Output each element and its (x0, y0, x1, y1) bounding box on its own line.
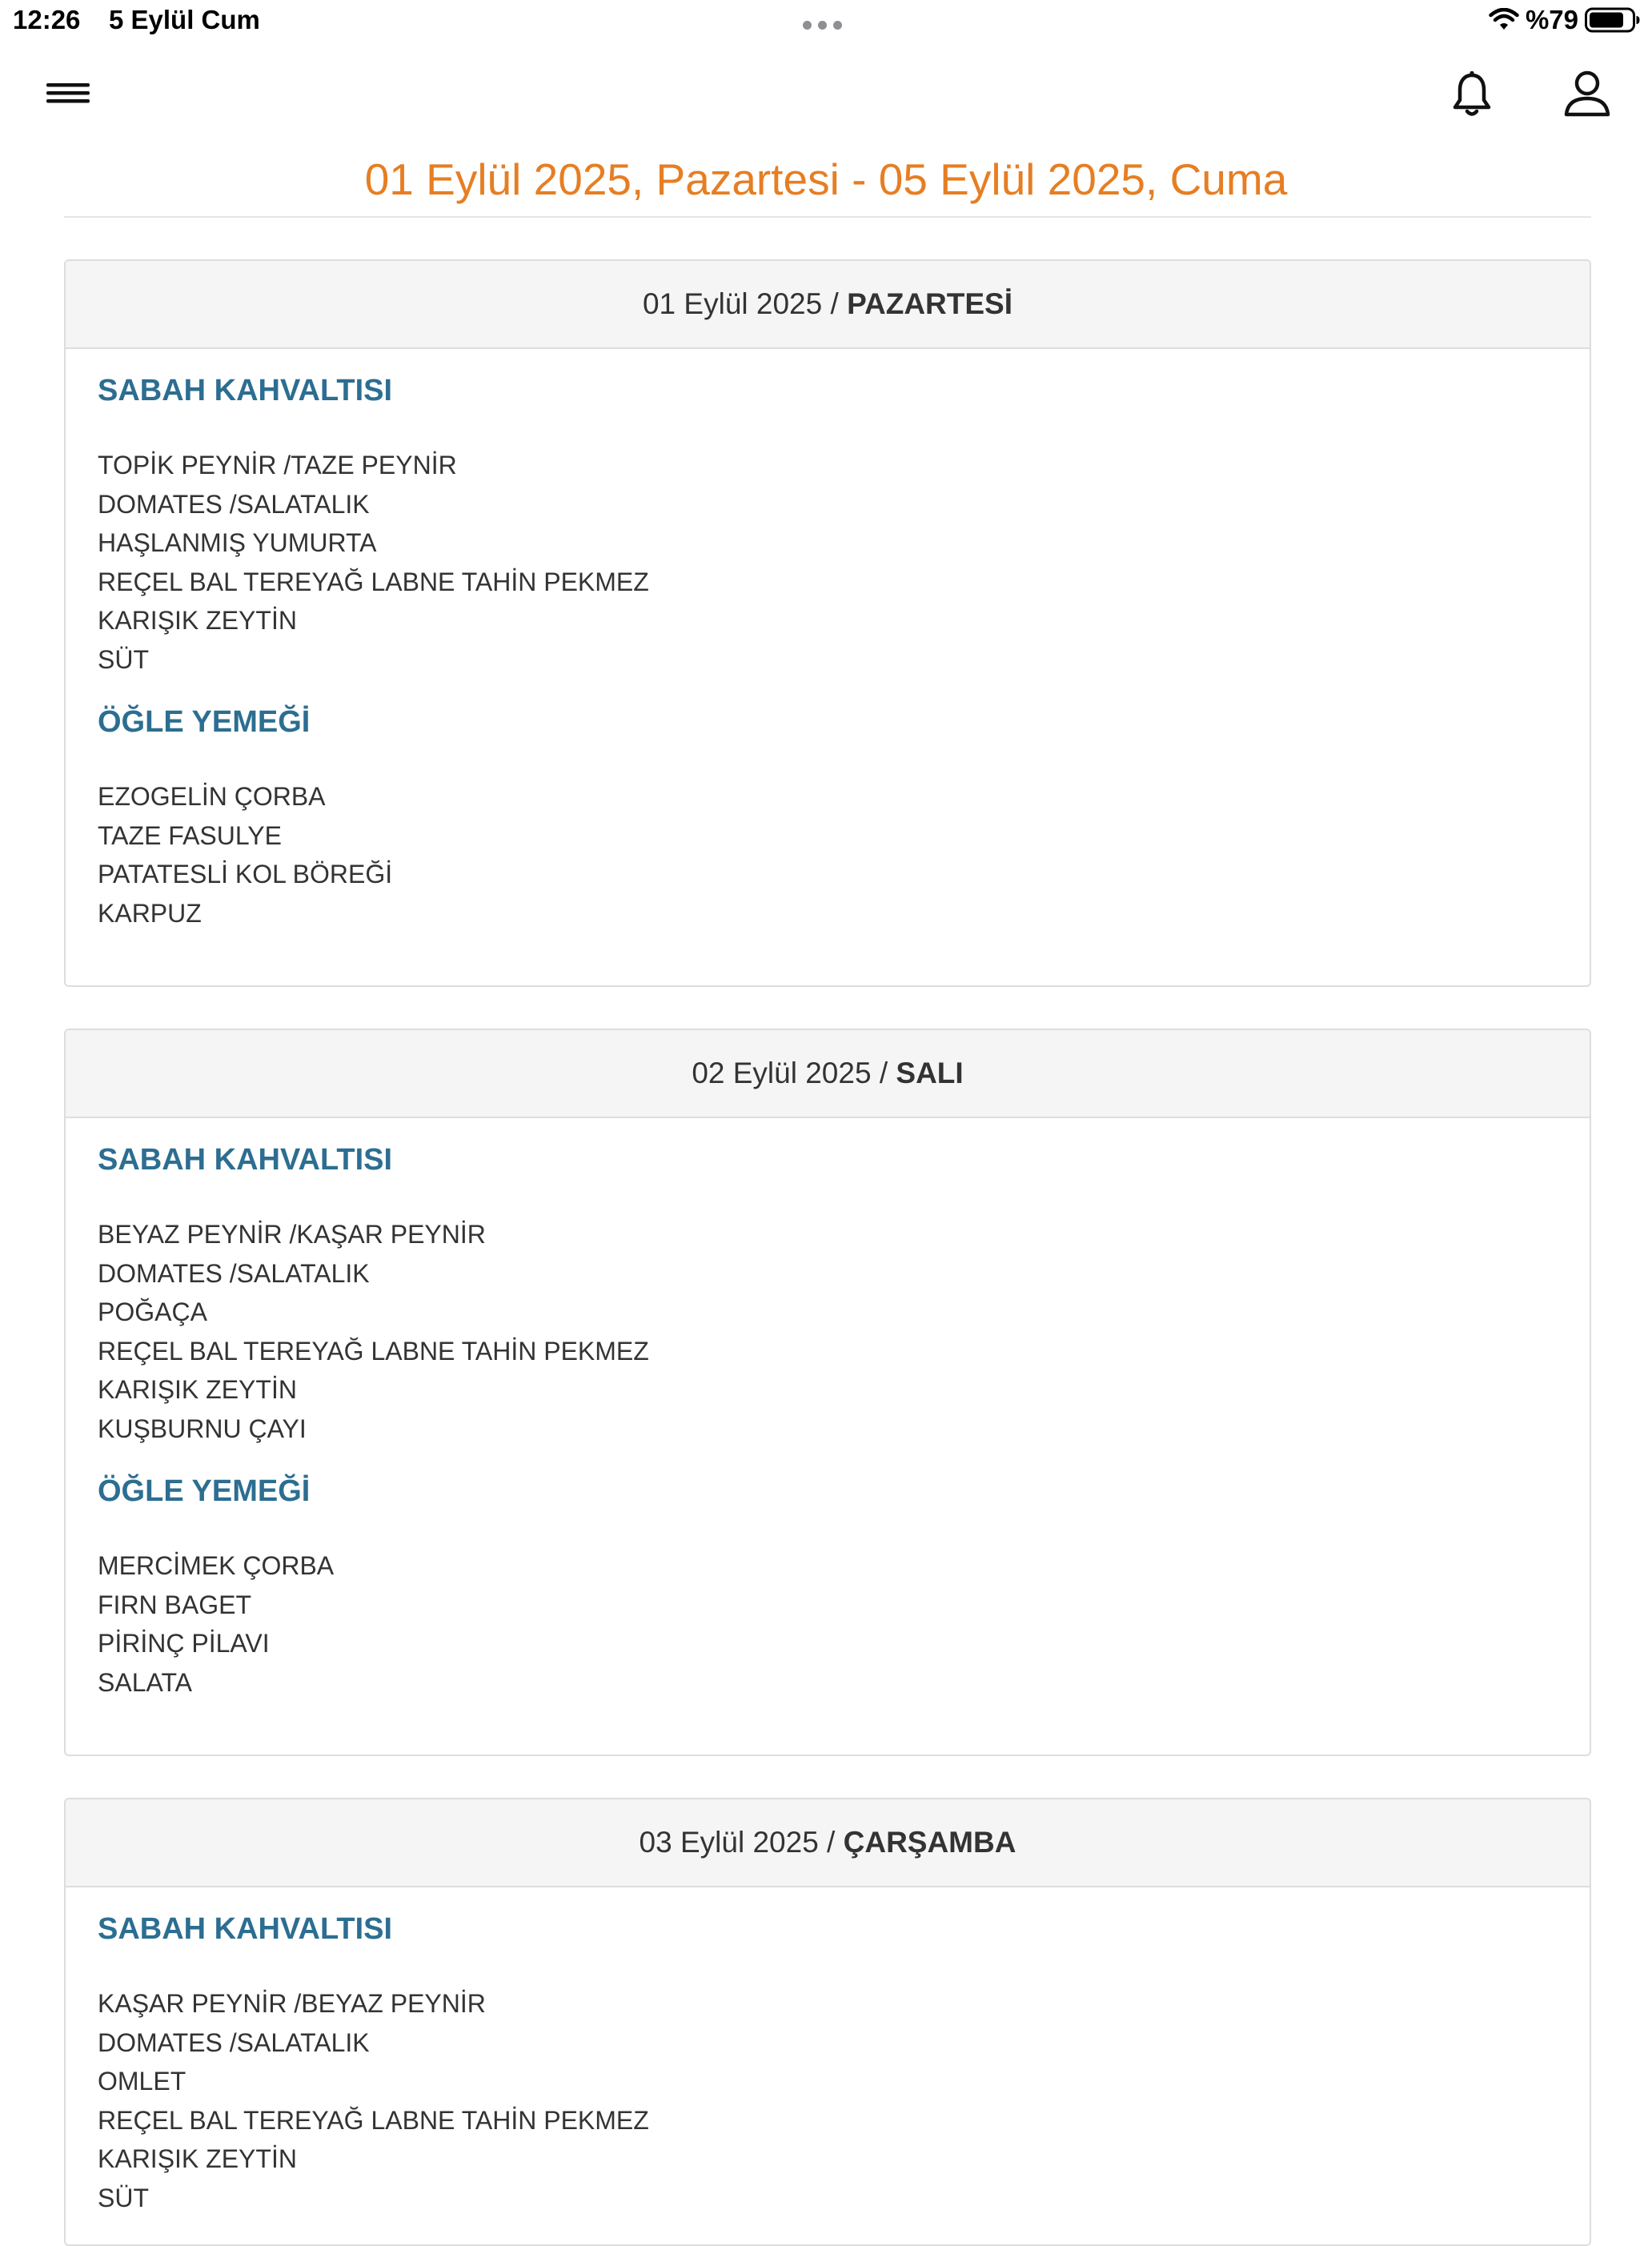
status-date: 5 Eylül Cum (109, 5, 260, 34)
status-indicators: %79 (1489, 5, 1641, 35)
menu-item: DOMATES /SALATALIK (98, 2027, 370, 2057)
user-icon[interactable] (1562, 69, 1612, 118)
day-panel: 02 Eylül 2025 / SALI SABAH KAHVALTISI BE… (64, 1029, 1591, 1756)
bell-icon[interactable] (1450, 70, 1494, 120)
menu-item: KARPUZ (98, 898, 202, 928)
menu-item: PATATESLİ KOL BÖREĞİ (98, 860, 393, 888)
menu-item: KUŞBURNU ÇAYI (98, 1414, 307, 1443)
menu-item: KARIŞIK ZEYTİN (98, 1375, 297, 1404)
menu-item: BEYAZ PEYNİR /KAŞAR PEYNİR (98, 1220, 486, 1249)
breakfast-menu-list: TOPİK PEYNİR /TAZE PEYNİR DOMATES /SALAT… (98, 446, 1558, 679)
day-panel-heading: 03 Eylül 2025 / ÇARŞAMBA (66, 1799, 1590, 1887)
menu-item: PİRİNÇ PİLAVI (98, 1629, 270, 1658)
day-panel-body: SABAH KAHVALTISI BEYAZ PEYNİR /KAŞAR PEY… (66, 1118, 1590, 1702)
day-date: 01 Eylül 2025 (642, 287, 823, 320)
meal-title-lunch: ÖĞLE YEMEĞİ (98, 1474, 311, 1508)
day-separator: / (822, 287, 848, 320)
page-title: 01 Eylül 2025, Pazartesi - 05 Eylül 2025… (0, 154, 1652, 205)
lunch-menu-list: EZOGELİN ÇORBA TAZE FASULYE PATATESLİ KO… (98, 777, 1558, 932)
menu-item: EZOGELİN ÇORBA (98, 782, 326, 811)
menu-item: DOMATES /SALATALIK (98, 489, 370, 519)
lunch-menu-list: MERCİMEK ÇORBA FIRN BAGET PİRİNÇ PİLAVI … (98, 1546, 1558, 1702)
day-name: PAZARTESİ (847, 287, 1012, 320)
battery-icon (1585, 7, 1640, 33)
wifi-icon (1489, 8, 1519, 30)
menu-item: REÇEL BAL TEREYAĞ LABNE TAHİN PEKMEZ (98, 567, 649, 596)
menu-item: REÇEL BAL TEREYAĞ LABNE TAHİN PEKMEZ (98, 1336, 649, 1366)
day-separator: / (818, 1826, 844, 1859)
menu-item: DOMATES /SALATALIK (98, 1258, 370, 1288)
breakfast-menu-list: BEYAZ PEYNİR /KAŞAR PEYNİR DOMATES /SALA… (98, 1215, 1558, 1448)
day-panel-body: SABAH KAHVALTISI KAŞAR PEYNİR /BEYAZ PEY… (66, 1887, 1590, 2217)
day-separator: / (871, 1057, 896, 1089)
menu-item: KARIŞIK ZEYTİN (98, 606, 297, 635)
menu-item: OMLET (98, 2067, 186, 2096)
menu-item: POĞAÇA (98, 1297, 207, 1326)
battery-percentage: %79 (1525, 5, 1578, 34)
day-date: 03 Eylül 2025 (639, 1826, 819, 1859)
menu-item: TOPİK PEYNİR /TAZE PEYNİR (98, 451, 457, 479)
title-divider (64, 216, 1591, 218)
title-end-date: 05 Eylül 2025, Cuma (878, 154, 1288, 204)
menu-item: KARIŞIK ZEYTİN (98, 2144, 297, 2173)
menu-item: REÇEL BAL TEREYAĞ LABNE TAHİN PEKMEZ (98, 2105, 649, 2135)
meal-title-breakfast: SABAH KAHVALTISI (98, 1143, 393, 1177)
day-panel-heading: 01 Eylül 2025 / PAZARTESİ (66, 261, 1590, 349)
menu-item: TAZE FASULYE (98, 820, 282, 850)
meal-title-breakfast: SABAH KAHVALTISI (98, 1912, 393, 1946)
day-name: SALI (896, 1057, 964, 1089)
menu-item: SALATA (98, 1667, 192, 1697)
status-bar: 12:26 5 Eylül Cum %79 (0, 0, 1652, 46)
day-date: 02 Eylül 2025 (692, 1057, 872, 1089)
day-panel-heading: 02 Eylül 2025 / SALI (66, 1030, 1590, 1118)
title-separator: - (839, 154, 879, 204)
menu-item: SÜT (98, 644, 149, 674)
breakfast-menu-list: KAŞAR PEYNİR /BEYAZ PEYNİR DOMATES /SALA… (98, 1984, 1558, 2217)
menu-item: KAŞAR PEYNİR /BEYAZ PEYNİR (98, 1989, 486, 2018)
menu-item: FIRN BAGET (98, 1590, 252, 1619)
menu-item: HAŞLANMIŞ YUMURTA (98, 528, 377, 557)
multitasking-dots-icon[interactable] (803, 21, 842, 30)
day-panel: 03 Eylül 2025 / ÇARŞAMBA SABAH KAHVALTIS… (64, 1798, 1591, 2246)
menu-item: MERCİMEK ÇORBA (98, 1551, 335, 1580)
status-time: 12:26 (13, 5, 81, 34)
day-panel-body: SABAH KAHVALTISI TOPİK PEYNİR /TAZE PEYN… (66, 349, 1590, 932)
meal-title-breakfast: SABAH KAHVALTISI (98, 374, 393, 407)
hamburger-icon[interactable] (46, 80, 93, 110)
title-start-date: 01 Eylül 2025, Pazartesi (364, 154, 840, 204)
menu-item: SÜT (98, 2183, 149, 2212)
meal-title-lunch: ÖĞLE YEMEĞİ (98, 705, 311, 739)
day-panel: 01 Eylül 2025 / PAZARTESİ SABAH KAHVALTI… (64, 259, 1591, 987)
day-name: ÇARŞAMBA (843, 1826, 1016, 1859)
